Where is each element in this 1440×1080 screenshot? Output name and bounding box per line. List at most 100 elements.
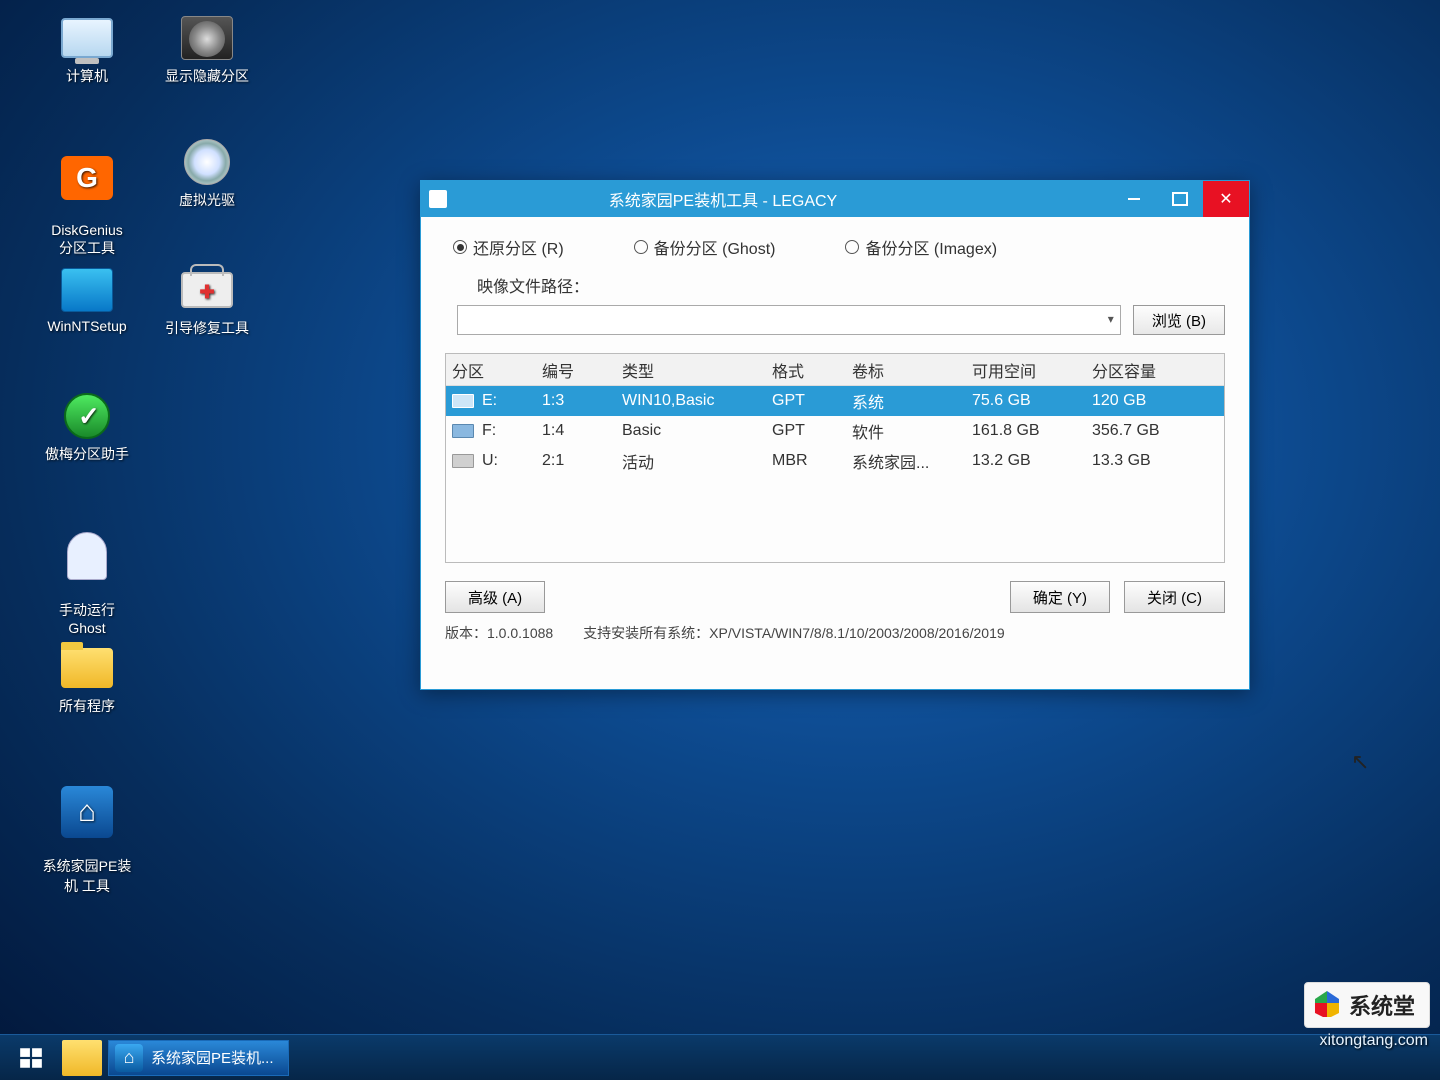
icon-label: 虚拟光驱 [152,190,262,210]
image-path-label: 映像文件路径： [477,273,589,297]
icon-label: 计算机 [32,66,142,86]
radio-icon [634,240,648,254]
radio-backup-ghost[interactable]: 备份分区 (Ghost) [634,235,776,259]
cell-type: 活动 [622,449,772,473]
table-header: 分区 编号 类型 格式 卷标 可用空间 分区容量 [446,354,1224,386]
table-row[interactable]: U:2:1活动MBR系统家园...13.2 GB13.3 GB [446,446,1224,476]
icon-label: 显示隐藏分区 [152,66,262,86]
col-format: 格式 [772,358,852,382]
desktop-icon-virtual-cd[interactable]: 虚拟光驱 [152,138,262,210]
desktop-icon-boot-fix[interactable]: 引导修复工具 [152,266,262,338]
footer-row: 版本：1.0.0.1088 支持安装所有系统：XP/VISTA/WIN7/8/8… [445,623,1225,643]
disk-icon [181,16,233,60]
advanced-button[interactable]: 高级 (A) [445,581,545,613]
desktop-icon-ghost[interactable]: 手动运行 Ghost [32,516,142,652]
chevron-down-icon[interactable]: ▾ [1108,312,1114,326]
cell-type: WIN10,Basic [622,392,772,410]
drive-icon [452,454,474,468]
desktop-icon-winnt[interactable]: WinNTSetup [32,266,142,334]
radio-backup-imagex[interactable]: 备份分区 (Imagex) [845,235,997,259]
computer-icon [61,18,113,58]
radio-icon [453,240,467,254]
taskbar: 系统家园PE装机... [0,1034,1440,1080]
cell-label: 软件 [852,419,972,443]
image-path-row: 映像文件路径： [445,273,1225,297]
mode-radios: 还原分区 (R) 备份分区 (Ghost) 备份分区 (Imagex) [445,235,1225,259]
close-window-button[interactable]: 关闭 (C) [1124,581,1225,613]
cell-drive: E: [452,392,542,410]
desktop-icon-computer[interactable]: 计算机 [32,14,142,86]
cell-idx: 1:4 [542,422,622,440]
aomei-icon [64,393,110,439]
cell-cap: 13.3 GB [1092,452,1212,470]
cell-fmt: GPT [772,392,852,410]
radio-restore[interactable]: 还原分区 (R) [453,235,564,259]
col-partition: 分区 [452,358,542,382]
radio-label: 备份分区 (Ghost) [654,235,776,259]
taskbar-explorer[interactable] [62,1040,102,1076]
cell-fmt: GPT [772,422,852,440]
ok-button[interactable]: 确定 (Y) [1010,581,1110,613]
folder-icon [61,648,113,688]
col-label: 卷标 [852,358,972,382]
desktop: 计算机 显示隐藏分区 G DiskGenius 分区工具 虚拟光驱 WinNTS… [0,0,1440,1040]
minimize-button[interactable] [1111,181,1157,217]
drive-icon [452,424,474,438]
windows-icon [18,1045,44,1071]
image-path-combobox[interactable]: ▾ [457,305,1121,335]
icon-label: 系统家园PE装 机 工具 [32,856,142,896]
pe-installer-window: 系统家园PE装机工具 - LEGACY 还原分区 (R) 备份分区 (Ghost… [420,180,1250,690]
cd-icon [184,139,230,185]
action-row: 高级 (A) 确定 (Y) 关闭 (C) [445,581,1225,613]
taskbar-app-label: 系统家园PE装机... [151,1047,274,1068]
support-text: 支持安装所有系统：XP/VISTA/WIN7/8/8.1/10/2003/200… [583,623,1005,643]
taskbar-app-pe-installer[interactable]: 系统家园PE装机... [108,1040,289,1076]
col-capacity: 分区容量 [1092,358,1212,382]
cell-fmt: MBR [772,452,852,470]
cell-free: 161.8 GB [972,422,1092,440]
cell-cap: 120 GB [1092,392,1212,410]
watermark-url: xitongtang.com [1319,1032,1428,1050]
watermark-badge: 系统堂 [1304,982,1430,1028]
partition-table: 分区 编号 类型 格式 卷标 可用空间 分区容量 E:1:3WIN10,Basi… [445,353,1225,563]
maximize-button[interactable] [1157,181,1203,217]
cell-type: Basic [622,422,772,440]
desktop-icon-aomei[interactable]: 傲梅分区助手 [32,392,142,464]
cell-free: 13.2 GB [972,452,1092,470]
ghost-icon [67,532,107,580]
cursor-icon: ↖ [1351,749,1369,775]
diskgenius-icon: G [61,156,113,200]
image-path-input-row: ▾ 浏览 (B) [445,305,1225,335]
table-row[interactable]: E:1:3WIN10,BasicGPT系统75.6 GB120 GB [446,386,1224,416]
cell-free: 75.6 GB [972,392,1092,410]
col-type: 类型 [622,358,772,382]
icon-label: 引导修复工具 [152,318,262,338]
radio-label: 备份分区 (Imagex) [865,235,997,259]
window-controls [1111,181,1249,217]
desktop-icon-all-programs[interactable]: 所有程序 [32,644,142,716]
window-title: 系统家园PE装机工具 - LEGACY [455,187,1111,211]
cell-drive: U: [452,452,542,470]
table-row[interactable]: F:1:4BasicGPT软件161.8 GB356.7 GB [446,416,1224,446]
desktop-icon-diskgenius[interactable]: G DiskGenius 分区工具 [32,138,142,274]
desktop-icon-pe-tool[interactable]: 系统家园PE装 机 工具 [32,772,142,912]
window-icon [429,190,447,208]
winnt-icon [61,268,113,312]
col-free: 可用空间 [972,358,1092,382]
cell-label: 系统 [852,389,972,413]
radio-icon [845,240,859,254]
close-button[interactable] [1203,181,1249,217]
browse-button[interactable]: 浏览 (B) [1133,305,1225,335]
cell-drive: F: [452,422,542,440]
titlebar[interactable]: 系统家园PE装机工具 - LEGACY [421,181,1249,217]
pe-app-icon [61,786,113,838]
icon-label: DiskGenius 分区工具 [32,222,142,258]
drive-icon [452,394,474,408]
desktop-icon-show-hidden[interactable]: 显示隐藏分区 [152,14,262,86]
toolbox-icon [181,272,233,308]
icon-label: WinNTSetup [32,318,142,334]
window-body: 还原分区 (R) 备份分区 (Ghost) 备份分区 (Imagex) 映像文件… [421,217,1249,689]
watermark-text: 系统堂 [1349,994,1415,1019]
start-button[interactable] [6,1038,56,1078]
cell-idx: 2:1 [542,452,622,470]
